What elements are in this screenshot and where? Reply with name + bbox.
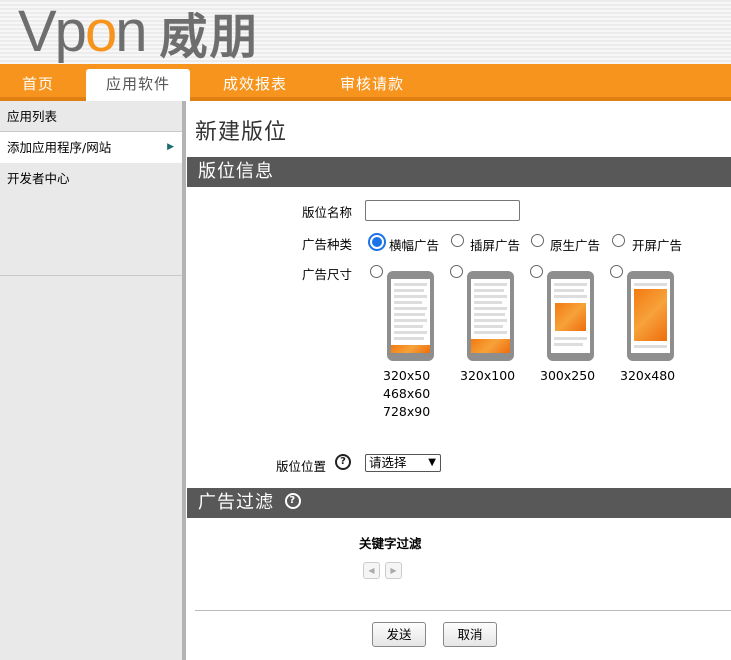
size-label-320x480: 320x480 xyxy=(620,368,676,383)
page-title: 新建版位 xyxy=(195,120,288,145)
ad-type-splash-label[interactable]: 开屏广告 xyxy=(632,235,682,254)
keyword-filter-label: 关键字过滤 xyxy=(359,536,422,551)
radio-splash[interactable] xyxy=(612,234,625,247)
chevron-down-icon: ▼ xyxy=(428,457,436,468)
phone-mrect-icon[interactable] xyxy=(547,271,594,361)
sidebar-item-add-app[interactable]: 添加应用程序/网站 ▶ xyxy=(0,132,182,163)
tab-reports[interactable]: 成效报表 xyxy=(205,69,305,101)
logo-wordmark: Vpon xyxy=(18,0,148,64)
triangle-right-icon: ▶ xyxy=(167,142,174,152)
phone-large-banner-icon[interactable] xyxy=(467,271,514,361)
position-label: 版位位置 xyxy=(276,459,327,474)
sidebar-item-label: 应用列表 xyxy=(7,109,58,124)
section-header-filter: 广告过滤 ? xyxy=(187,488,731,518)
submit-button[interactable]: 发送 xyxy=(372,622,426,647)
main-nav: 首页 应用软件 成效报表 审核请款 xyxy=(0,64,731,101)
sidebar: 应用列表 添加应用程序/网站 ▶ 开发者中心 xyxy=(0,101,186,660)
main-content: 新建版位 版位信息 版位名称 广告种类 横幅广告 插屏广告 原生广告 开屏广告 … xyxy=(187,101,731,660)
ad-type-native-label[interactable]: 原生广告 xyxy=(550,235,600,254)
position-select[interactable]: 请选择 ▼ xyxy=(365,454,441,472)
size-label-banner: 320x50 468x60 728x90 xyxy=(383,367,430,421)
vpon-logo[interactable]: Vpon 威朋 xyxy=(18,0,260,66)
size-label-320x100: 320x100 xyxy=(460,368,516,383)
sidebar-item-label: 添加应用程序/网站 xyxy=(7,140,112,155)
radio-size-320x100[interactable] xyxy=(450,265,463,278)
size-468x60: 468x60 xyxy=(383,386,431,401)
radio-size-320x480[interactable] xyxy=(610,265,623,278)
radio-banner[interactable] xyxy=(368,233,386,251)
radio-native[interactable] xyxy=(531,234,544,247)
section-title: 广告过滤 xyxy=(198,492,274,513)
help-icon[interactable]: ? xyxy=(335,454,351,470)
sidebar-item-app-list[interactable]: 应用列表 xyxy=(0,101,182,132)
help-icon[interactable]: ? xyxy=(284,493,301,509)
logo-cjk-text: 威朋 xyxy=(159,9,260,65)
section-header-info: 版位信息 xyxy=(187,157,731,187)
ad-type-banner-label[interactable]: 横幅广告 xyxy=(389,235,439,254)
arrow-right-icon[interactable]: ▶ xyxy=(385,562,402,579)
tab-home[interactable]: 首页 xyxy=(0,69,76,101)
header: Vpon 威朋 xyxy=(0,0,731,66)
size-320x50: 320x50 xyxy=(383,368,431,383)
name-label: 版位名称 xyxy=(302,205,353,220)
divider xyxy=(195,610,731,611)
radio-interstitial[interactable] xyxy=(451,234,464,247)
position-select-value: 请选择 xyxy=(369,455,407,470)
ad-type-label: 广告种类 xyxy=(302,237,353,252)
sidebar-item-label: 开发者中心 xyxy=(7,171,70,186)
ad-size-label: 广告尺寸 xyxy=(302,267,353,282)
phone-banner-icon[interactable] xyxy=(387,271,434,361)
radio-size-300x250[interactable] xyxy=(530,265,543,278)
arrow-left-icon[interactable]: ◀ xyxy=(363,562,380,579)
tab-apps[interactable]: 应用软件 xyxy=(86,69,190,101)
size-label-300x250: 300x250 xyxy=(540,368,596,383)
ad-type-interstitial-label[interactable]: 插屏广告 xyxy=(470,235,520,254)
radio-size-320x50[interactable] xyxy=(370,265,383,278)
placement-name-input[interactable] xyxy=(365,200,520,221)
section-title: 版位信息 xyxy=(198,161,274,182)
tab-payout[interactable]: 审核请款 xyxy=(322,69,422,101)
sidebar-item-developer-center[interactable]: 开发者中心 xyxy=(0,163,182,276)
size-728x90: 728x90 xyxy=(383,404,431,419)
phone-fullscreen-icon[interactable] xyxy=(627,271,674,361)
cancel-button[interactable]: 取消 xyxy=(443,622,497,647)
